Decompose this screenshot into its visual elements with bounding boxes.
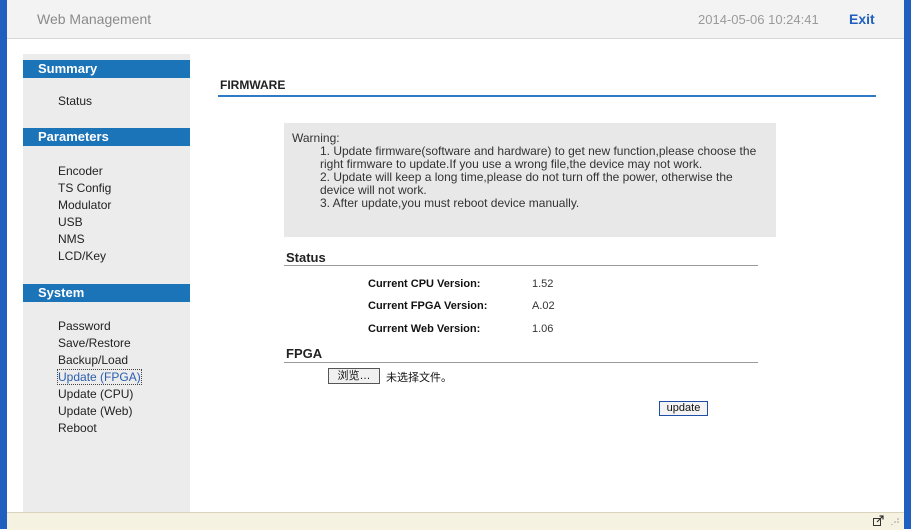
warning-line-3: 3. After update,you must reboot device m… <box>320 196 580 210</box>
sidebar-item-nms[interactable]: NMS <box>58 232 85 246</box>
fpga-version-value: A.02 <box>532 300 555 312</box>
status-section-title: Status <box>286 250 326 265</box>
resize-grip-icon[interactable] <box>891 516 900 527</box>
cpu-version-value: 1.52 <box>532 278 554 290</box>
sidebar-item-password[interactable]: Password <box>58 319 111 333</box>
exit-link[interactable]: Exit <box>849 11 875 27</box>
status-divider <box>284 265 758 266</box>
sidebar-item-encoder[interactable]: Encoder <box>58 164 103 178</box>
status-bar <box>7 512 904 530</box>
warning-line-2: 2. Update will keep a long time,please d… <box>320 170 733 197</box>
sidebar-item-save-restore[interactable]: Save/Restore <box>58 336 131 350</box>
web-version-value: 1.06 <box>532 323 554 335</box>
sidebar-section-system: System <box>23 284 190 302</box>
sidebar-item-update-fpga[interactable]: Update (FPGA) <box>57 369 142 385</box>
sidebar-item-backup-load[interactable]: Backup/Load <box>58 353 128 367</box>
fpga-section-title: FPGA <box>286 346 323 361</box>
window-frame-left <box>0 0 7 529</box>
fpga-version-label: Current FPGA Version: <box>368 300 488 312</box>
sidebar-section-summary: Summary <box>23 60 190 78</box>
sidebar-item-usb[interactable]: USB <box>58 215 83 229</box>
sidebar-item-update-web[interactable]: Update (Web) <box>58 404 132 418</box>
sidebar-item-modulator[interactable]: Modulator <box>58 198 111 212</box>
sidebar-item-status[interactable]: Status <box>58 94 92 108</box>
datetime: 2014-05-06 10:24:41 <box>698 12 819 27</box>
page-title: FIRMWARE <box>220 78 286 92</box>
window-frame-right <box>904 0 911 529</box>
warning-line-1: 1. Update firmware(software and hardware… <box>320 144 757 171</box>
export-icon[interactable] <box>873 515 884 529</box>
sidebar-item-reboot[interactable]: Reboot <box>58 421 97 435</box>
fpga-divider <box>284 362 758 363</box>
app-title: Web Management <box>37 11 152 27</box>
sidebar-item-ts-config[interactable]: TS Config <box>58 181 111 195</box>
web-version-label: Current Web Version: <box>368 323 481 335</box>
file-status-text: 未选择文件。 <box>386 372 452 384</box>
cpu-version-label: Current CPU Version: <box>368 278 481 290</box>
warning-box: Warning: 1. Update firmware(software and… <box>284 123 776 237</box>
top-bar: Web Management 2014-05-06 10:24:41 Exit <box>7 0 904 39</box>
title-divider <box>218 95 876 97</box>
sidebar: Summary Status Parameters Encoder TS Con… <box>23 54 190 512</box>
browse-button[interactable]: 浏览… <box>328 368 380 384</box>
sidebar-item-lcd-key[interactable]: LCD/Key <box>58 249 106 263</box>
update-button[interactable]: update <box>659 401 708 416</box>
sidebar-item-update-cpu[interactable]: Update (CPU) <box>58 387 133 401</box>
sidebar-section-parameters: Parameters <box>23 128 190 146</box>
